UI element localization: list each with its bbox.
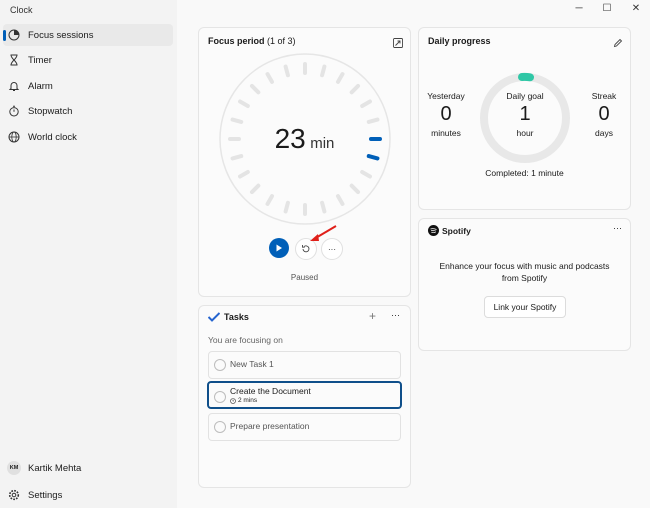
focus-icon [8,29,20,41]
sidebar-item-stopwatch[interactable]: Stopwatch [3,100,173,122]
task-checkbox[interactable] [214,421,226,433]
task-item[interactable]: New Task 1 [208,351,401,379]
spotify-icon [428,225,439,236]
daily-goal-label: Daily goal [506,91,544,101]
add-task-button[interactable]: + [369,309,376,323]
dial-tick [320,64,327,78]
clock-icon [230,397,236,404]
focus-period-card: Focus period (1 of 3) 23 min ··· Paused [198,27,411,297]
tasks-card: Tasks + ··· You are focusing on New Task… [198,305,411,488]
streak-label: Streak [591,91,617,101]
streak-stat: Streak 0 days [579,91,629,138]
dial-tick [230,117,244,124]
timer-unit: min [310,135,335,152]
active-indicator [3,30,6,41]
hourglass-icon [8,54,20,66]
todo-check-icon [208,312,220,322]
task-duration: 2 mins [238,397,258,404]
focus-period-title: Focus period [208,36,265,46]
sidebar-item-world-clock[interactable]: World clock [3,126,173,148]
yesterday-unit: minutes [431,128,461,138]
dial-tick-active [366,154,380,161]
app-title-text: Clock [10,5,33,15]
spotify-more-button[interactable]: ··· [613,223,622,233]
edit-icon[interactable] [613,35,623,53]
completed-text: Completed: 1 minute [485,168,564,178]
spotify-logo: Spotify [428,225,471,236]
spotify-message: Enhance your focus with music and podcas… [439,261,610,283]
globe-icon [8,131,20,143]
task-checkbox[interactable] [214,359,226,371]
bell-icon [8,80,20,92]
play-button[interactable] [269,238,289,258]
task-checkbox[interactable] [214,391,226,403]
streak-value: 0 [598,103,610,125]
compact-view-icon[interactable] [393,35,403,53]
dial-tick [230,154,244,161]
sidebar: Clock Focus sessions Timer Alarm Stopwat… [0,0,177,508]
sidebar-item-timer[interactable]: Timer [3,49,173,71]
tasks-more-button[interactable]: ··· [391,310,400,320]
timer-status: Paused [290,273,319,282]
focus-period-heading: Focus period (1 of 3) [208,36,296,46]
timer-minutes: 23 [274,123,306,154]
daily-goal-value: 1 [519,103,531,125]
sidebar-item-label: Settings [28,489,63,501]
gear-icon [8,489,20,501]
task-label: New Task 1 [230,359,274,369]
maximize-button[interactable]: ☐ [601,3,613,14]
task-meta: 2 mins [230,397,257,404]
daily-goal-unit: hour [516,128,534,138]
dial-tick [320,200,327,214]
sidebar-item-label: Timer [28,54,52,66]
minimize-button[interactable]: ─ [573,3,585,14]
user-account[interactable]: KM Kartik Mehta [3,457,173,479]
sidebar-item-label: World clock [28,131,77,143]
annotation-arrow [310,225,337,241]
sidebar-item-label: Stopwatch [28,105,73,117]
main-content: ─ ☐ ✕ Focus period (1 of 3) 23 min ··· P… [177,0,650,508]
spotify-card: Spotify ··· Enhance your focus with musi… [418,218,631,351]
yesterday-stat: Yesterday 0 minutes [419,91,473,138]
sidebar-item-alarm[interactable]: Alarm [3,75,173,97]
avatar: KM [7,461,21,475]
spotify-brand: Spotify [442,225,471,236]
task-item[interactable]: Prepare presentation [208,413,401,441]
stopwatch-icon [8,105,20,117]
sidebar-item-settings[interactable]: Settings [3,484,173,506]
timer-readout: 23 min [199,123,410,155]
tasks-subtitle: You are focusing on [208,335,283,345]
focus-period-count: (1 of 3) [267,36,296,46]
daily-goal-stat: Daily goal 1 hour [485,91,565,138]
dial-tick [283,200,290,214]
task-label: Create the Document [230,386,311,396]
yesterday-value: 0 [440,103,452,125]
yesterday-label: Yesterday [427,91,465,101]
streak-unit: days [595,128,613,138]
user-name: Kartik Mehta [28,462,82,474]
daily-progress-title: Daily progress [428,36,491,46]
sidebar-item-label: Alarm [28,80,53,92]
play-icon [276,244,282,252]
link-spotify-button[interactable]: Link your Spotify [484,296,566,318]
dial-tick [366,117,380,124]
close-button[interactable]: ✕ [630,3,642,14]
task-label: Prepare presentation [230,421,310,431]
app-title: Clock [10,5,33,15]
sidebar-item-focus-sessions[interactable]: Focus sessions [3,24,173,46]
task-item-selected[interactable]: Create the Document 2 mins [207,381,402,409]
tasks-title: Tasks [224,312,249,322]
daily-progress-card: Daily progress Yesterday 0 minutes Daily… [418,27,631,210]
tasks-header: Tasks [208,312,249,322]
sidebar-item-label: Focus sessions [28,29,94,41]
dial-tick [283,64,290,78]
